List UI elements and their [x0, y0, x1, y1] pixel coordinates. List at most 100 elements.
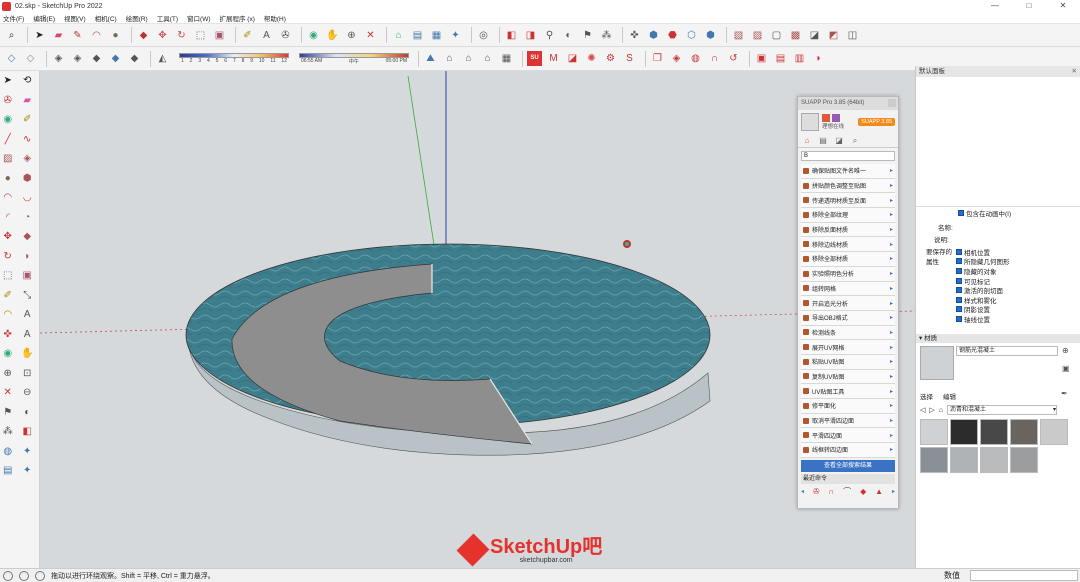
arc-icon[interactable]: ◠	[89, 28, 104, 43]
section-cut-icon[interactable]: ◨	[523, 28, 538, 43]
move-icon[interactable]: ✥	[0, 229, 15, 244]
create-material-icon[interactable]: ⊕	[1062, 346, 1069, 355]
extension-manager-icon[interactable]: ✦	[448, 28, 463, 43]
tape-measure-icon[interactable]: ✐	[240, 28, 255, 43]
text-tool-icon[interactable]: A	[259, 28, 274, 43]
checkbox-icon[interactable]	[956, 296, 962, 303]
sample-paint-icon[interactable]: ▣	[1062, 364, 1070, 373]
list-item[interactable]: 实验照明色分析 ▸	[801, 266, 895, 282]
menu-window[interactable]: 窗口(W)	[187, 13, 210, 23]
scale-icon[interactable]: ⬚	[193, 28, 208, 43]
3d-text-icon[interactable]: A	[20, 327, 35, 342]
plugin-array-icon[interactable]: ▥	[792, 51, 807, 66]
back-icon[interactable]: ◁	[920, 406, 925, 414]
model-scene[interactable]	[39, 71, 916, 568]
recent-cmd-3-icon[interactable]: ⌒	[843, 486, 851, 497]
layout-icon[interactable]: ▦	[429, 28, 444, 43]
prop-hidden-objects[interactable]: 隐藏的对象	[956, 266, 1010, 276]
list-item[interactable]: 确保贴图文件名唯一 ▸	[801, 164, 895, 179]
forward-icon[interactable]: ▷	[929, 406, 934, 414]
recent-cmd-4-icon[interactable]: ◆	[860, 487, 866, 496]
walk-icon[interactable]: ⁂	[0, 424, 15, 439]
material-swatch[interactable]	[920, 447, 948, 473]
pan-icon[interactable]: ✋	[325, 28, 340, 43]
list-item[interactable]: 展开UV网格 ▸	[801, 340, 895, 355]
menu-view[interactable]: 视图(V)	[64, 13, 86, 23]
search-icon[interactable]: ⌕	[4, 28, 19, 43]
shadow-time-slider[interactable]: 06:55 AM 中午 05:00 PM	[299, 52, 409, 65]
group-icon[interactable]: ◇	[23, 51, 38, 66]
material-swatch[interactable]	[1010, 419, 1038, 445]
pie-icon[interactable]: ◔	[20, 210, 35, 225]
chevron-right-icon[interactable]: ▸	[892, 488, 895, 495]
orbit-icon[interactable]: ◉	[0, 112, 15, 127]
recent-cmd-1-icon[interactable]: ✇	[813, 487, 820, 496]
list-item[interactable]: 线框转四边面 ▸	[801, 443, 895, 458]
zoom-extents-icon[interactable]: ✕	[363, 28, 378, 43]
style-hidden-line-icon[interactable]: ◆	[108, 51, 123, 66]
material-name-field[interactable]: 钢筋光混凝土	[956, 346, 1058, 356]
checkbox-icon[interactable]	[956, 248, 962, 255]
orbit-icon[interactable]: ◉	[306, 28, 321, 43]
credits-icon[interactable]	[19, 570, 29, 581]
eraser-icon[interactable]: ▰	[51, 28, 66, 43]
suapp-icon[interactable]: SU	[527, 51, 542, 66]
grid-tile-icon[interactable]: ▦	[499, 51, 514, 66]
material-swatch[interactable]	[950, 447, 978, 473]
tape-icon[interactable]: ✐	[20, 112, 35, 127]
push-pull-icon[interactable]: ◆	[20, 229, 35, 244]
follow-me-icon[interactable]: ◗	[20, 249, 35, 264]
circle-icon[interactable]: ●	[0, 171, 15, 186]
three-point-arc-icon[interactable]: ◜	[0, 210, 15, 225]
checkbox-icon[interactable]	[956, 315, 962, 322]
plugin-box-icon[interactable]: ▣	[754, 51, 769, 66]
list-item[interactable]: 取消平滑四边面 ▸	[801, 413, 895, 429]
axes-icon[interactable]: ✜	[627, 28, 642, 43]
polygon-icon[interactable]: ⬢	[20, 171, 35, 186]
drawing-viewport[interactable]	[39, 71, 916, 568]
user-account-icon[interactable]: ◎	[476, 28, 491, 43]
rotate-icon[interactable]: ↻	[174, 28, 189, 43]
paint-bucket-icon[interactable]: ✇	[278, 28, 293, 43]
list-item[interactable]: 导出OBJ格式 ▸	[801, 310, 895, 326]
plugin-bend-icon[interactable]: ◗	[811, 51, 826, 66]
axes-icon[interactable]: ✜	[0, 327, 15, 342]
close-icon[interactable]: ✕	[1072, 66, 1080, 77]
hidden-line-icon[interactable]: ▩	[788, 28, 803, 43]
dimension-icon[interactable]: ⤡	[20, 288, 35, 303]
list-item[interactable]: 开启追光分析 ▸	[801, 296, 895, 311]
plugin-map-icon[interactable]: ◈	[669, 51, 684, 66]
select-arrow-icon[interactable]: ➤	[32, 28, 47, 43]
material-swatch[interactable]	[1010, 447, 1038, 473]
checkbox-icon[interactable]	[956, 287, 962, 294]
list-item[interactable]: 组转网格 ▸	[801, 281, 895, 297]
list-icon[interactable]: ▤	[817, 135, 829, 147]
scale-icon[interactable]: ⬚	[0, 268, 15, 283]
recent-cmd-5-icon[interactable]: ▲	[875, 487, 883, 496]
lasso-icon[interactable]: ⟲	[20, 73, 35, 88]
position-camera-icon[interactable]: ⚑	[0, 405, 15, 420]
checkbox-icon[interactable]	[958, 209, 964, 216]
right-view-icon[interactable]: ⬢	[703, 28, 718, 43]
eraser-icon[interactable]: ▰	[20, 93, 35, 108]
top-view-icon[interactable]: ⬣	[665, 28, 680, 43]
monochrome-icon[interactable]: ◫	[845, 28, 860, 43]
menu-camera[interactable]: 相机(C)	[95, 13, 117, 23]
prop-visible-tags[interactable]: 可见标记	[956, 276, 1010, 286]
zoom-extents-icon[interactable]: ✕	[0, 385, 15, 400]
previous-view-icon[interactable]: ⊖	[20, 385, 35, 400]
style-xray-icon[interactable]: ◈	[51, 51, 66, 66]
plugin-s-icon[interactable]: S	[622, 51, 637, 66]
warehouse-icon[interactable]: ⌂	[391, 28, 406, 43]
shadow-date-slider[interactable]: 1 2 3 4 5 6 7 8 9 10 11 12	[179, 53, 289, 64]
style-back-edges-icon[interactable]: ◈	[70, 51, 85, 66]
shaded-icon[interactable]: ◪	[807, 28, 822, 43]
library-dropdown[interactable]: 沥青和混凝土 ▾	[947, 405, 1058, 415]
menu-extensions[interactable]: 扩展程序 (x)	[220, 13, 255, 23]
list-item[interactable]: UV贴图工具 ▸	[801, 384, 895, 399]
offset-icon[interactable]: ▣	[212, 28, 227, 43]
checkbox-icon[interactable]	[956, 306, 962, 313]
menu-edit[interactable]: 编辑(E)	[33, 13, 55, 23]
arc-icon[interactable]: ◠	[0, 190, 15, 205]
minimize-button[interactable]: —	[978, 0, 1012, 12]
